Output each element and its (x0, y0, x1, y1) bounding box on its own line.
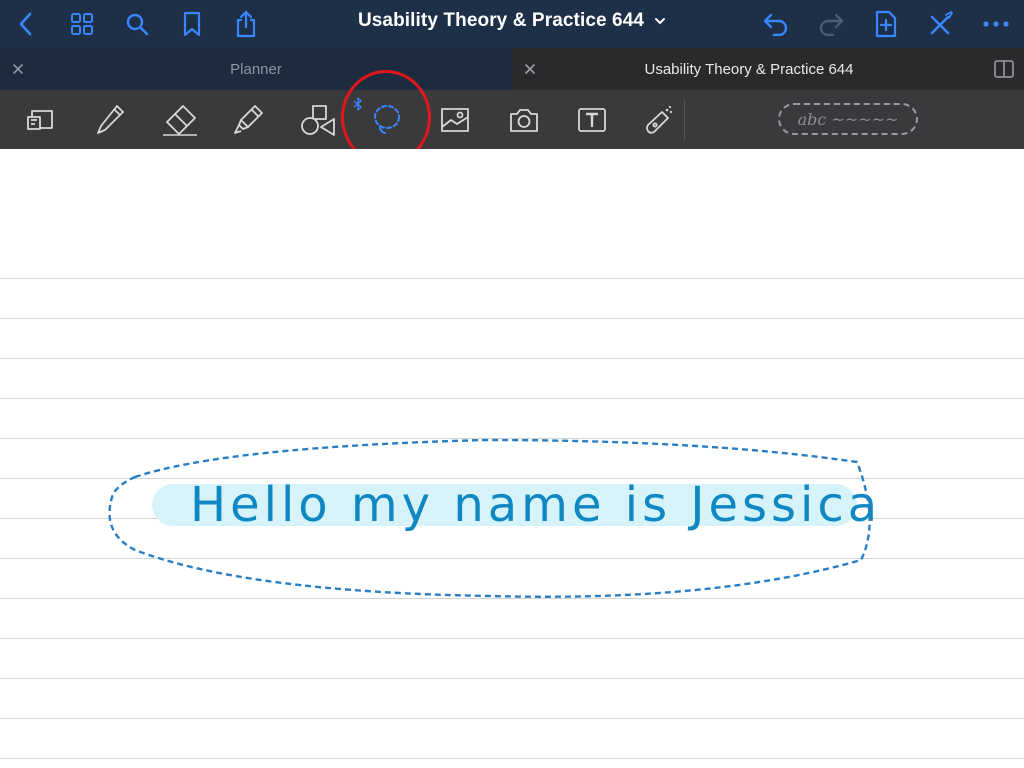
tab-bar: Planner Usability Theory & Practice 644 (0, 48, 1024, 90)
undo-icon (763, 13, 788, 36)
ruled-line (0, 678, 1024, 679)
share-button[interactable] (228, 6, 264, 42)
laser-pointer-icon (646, 105, 673, 134)
shapes-icon (301, 105, 335, 136)
add-page-icon (875, 10, 897, 38)
text-tool[interactable] (570, 100, 614, 140)
tab-label: Planner (230, 60, 282, 78)
laser-pointer-tool[interactable] (636, 100, 680, 140)
grid-icon (71, 13, 93, 35)
camera-tool[interactable] (502, 100, 546, 140)
tab-label: Usability Theory & Practice 644 (644, 60, 854, 78)
document-title-button[interactable]: Usability Theory & Practice 644 (300, 0, 724, 42)
ruled-line (0, 358, 1024, 359)
undo-button[interactable] (758, 6, 794, 42)
search-icon (126, 13, 149, 36)
add-page-button[interactable] (868, 6, 904, 42)
camera-icon (510, 109, 538, 132)
ruled-line (0, 638, 1024, 639)
close-icon (13, 64, 23, 74)
shapes-tool[interactable] (296, 100, 340, 140)
ruled-line (0, 398, 1024, 399)
handwriting-preview: abc ~~~~~ (797, 109, 899, 129)
image-tool[interactable] (433, 100, 477, 140)
zoom-box-icon (27, 110, 53, 130)
eraser-tool[interactable] (158, 100, 202, 140)
share-icon (236, 10, 256, 38)
close-pen-button[interactable] (923, 6, 959, 42)
redo-button[interactable] (813, 6, 849, 42)
close-tab-usability-button[interactable] (521, 60, 539, 78)
document-title: Usability Theory & Practice 644 (357, 10, 645, 31)
text-box-icon (578, 108, 606, 132)
close-tab-planner-button[interactable] (9, 60, 27, 78)
highlighter-icon (234, 105, 263, 134)
close-icon (525, 64, 535, 74)
bookmark-button[interactable] (174, 6, 210, 42)
ruled-line (0, 278, 1024, 279)
bookmark-icon (183, 11, 201, 37)
navigation-bar: Usability Theory & Practice 644 (0, 0, 1024, 48)
bluetooth-icon (353, 97, 363, 116)
ruled-line (0, 718, 1024, 719)
more-icon (983, 21, 1009, 27)
more-button[interactable] (978, 6, 1014, 42)
pen-tool[interactable] (88, 100, 132, 140)
toolbar-divider (684, 100, 685, 140)
ruled-line (0, 758, 1024, 759)
close-pen-icon (930, 10, 954, 35)
redo-icon (819, 13, 844, 36)
pen-icon (97, 105, 124, 134)
lasso-icon (374, 105, 400, 134)
thumbnails-button[interactable] (64, 6, 100, 42)
eraser-icon (163, 105, 197, 136)
back-icon (19, 12, 32, 36)
tab-usability-theory[interactable]: Usability Theory & Practice 644 (512, 48, 986, 90)
chevron-down-icon (654, 17, 666, 25)
highlighter-tool[interactable] (226, 100, 270, 140)
lasso-tool[interactable] (364, 100, 408, 140)
handwriting-recognition-button[interactable]: abc ~~~~~ (778, 103, 918, 135)
zoom-box-tool[interactable] (18, 100, 62, 140)
back-button[interactable] (8, 6, 44, 42)
tab-planner[interactable]: Planner (0, 48, 512, 90)
lasso-selection-outline[interactable] (105, 432, 880, 602)
split-view-button[interactable] (990, 56, 1018, 82)
image-icon (441, 108, 469, 132)
ruled-line (0, 318, 1024, 319)
split-view-icon (994, 60, 1014, 78)
search-button[interactable] (119, 6, 155, 42)
